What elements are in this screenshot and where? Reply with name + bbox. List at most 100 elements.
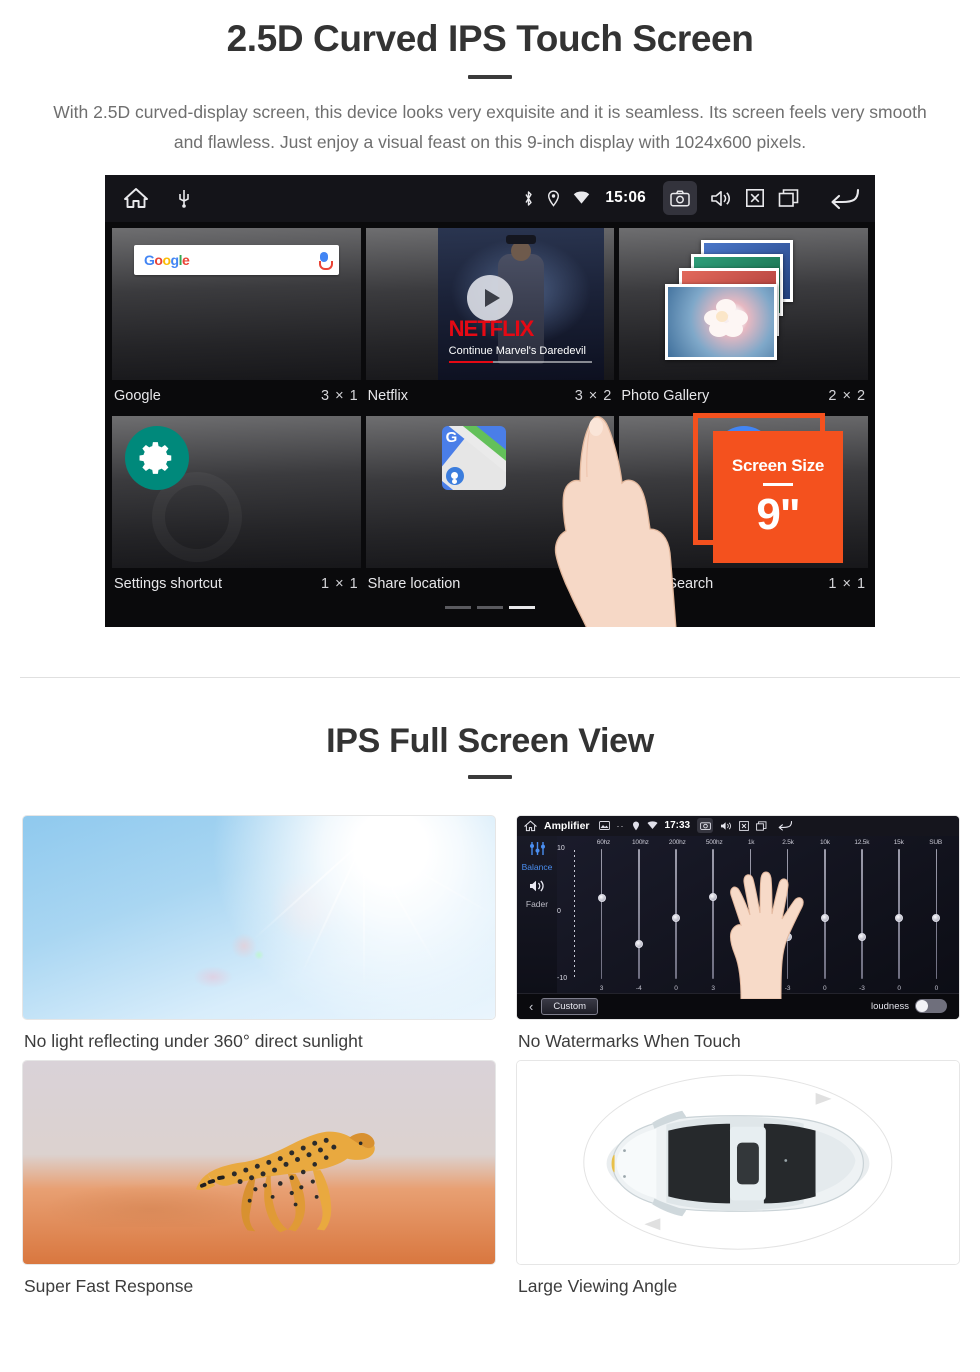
amplifier-screen: Amplifier ·· 17:33 Balance Fader 60hz 10… — [517, 815, 959, 1019]
netflix-subtitle: Continue Marvel's Daredevil — [448, 344, 586, 357]
eq-slider — [583, 848, 620, 979]
section-description: With 2.5D curved-display screen, this de… — [53, 101, 927, 152]
sidebar-item-fader[interactable]: Fader — [526, 879, 548, 909]
back-arrow-icon[interactable] — [777, 820, 793, 831]
ips-full-screen-section: IPS Full Screen View No light reflecting… — [0, 722, 980, 1305]
recents-icon[interactable] — [756, 821, 767, 831]
widget-size: 1 × 1 — [828, 575, 867, 592]
location-icon — [547, 190, 560, 207]
amplifier-status-bar: Amplifier ·· 17:33 — [517, 815, 959, 836]
widget-meta: Netflix 3 × 2 — [366, 380, 615, 410]
back-chevron-icon[interactable]: ‹ — [529, 999, 533, 1014]
widget-size: 2 × 2 — [828, 387, 867, 404]
widget-preview[interactable]: G — [365, 415, 615, 568]
camera-icon[interactable] — [697, 818, 714, 834]
sidebar-item-balance[interactable]: Balance — [521, 841, 553, 872]
widget-preview[interactable] — [112, 415, 361, 568]
scale-tick: -10 — [557, 974, 568, 982]
search-input[interactable]: Google — [134, 244, 339, 275]
title-divider — [468, 74, 512, 79]
home-icon[interactable] — [524, 820, 537, 832]
feature-card-viewing-angle: Large Viewing Angle — [516, 1059, 960, 1297]
bluetooth-icon — [523, 190, 534, 207]
amplifier-clock: 17:33 — [664, 820, 691, 832]
section2-title: IPS Full Screen View — [326, 721, 654, 760]
microphone-icon[interactable] — [318, 251, 333, 270]
feature-image-sky — [22, 814, 496, 1020]
eq-value: -4 — [635, 984, 642, 992]
product-detail-page: 2.5D Curved IPS Touch Screen With 2.5D c… — [0, 0, 980, 1372]
feature-caption: No light reflecting under 360° direct su… — [24, 1030, 363, 1051]
sidebar-label-balance: Balance — [521, 861, 553, 872]
loudness-control[interactable]: loudness — [871, 999, 947, 1014]
freq-label: 12.5k — [854, 838, 870, 846]
badge-fill-shape: Screen Size 9" — [713, 430, 843, 563]
section-divider — [20, 676, 960, 678]
frequency-labels: 60hz 100hz 200hz 500hz 1k 2.5k 10k 12.5k… — [559, 839, 954, 846]
widget-label: Settings shortcut — [114, 575, 222, 592]
gain-scale: 10 0 -10 — [557, 845, 581, 982]
eq-slider — [620, 848, 657, 979]
widget-row-1: Google Google 3 × 1 NETFLIX Continue Mar… — [105, 227, 875, 410]
eq-slider — [918, 848, 955, 979]
preset-button[interactable]: Custom — [541, 997, 599, 1015]
page-dot-active[interactable] — [509, 605, 535, 609]
sidebar-label-fader: Fader — [525, 898, 549, 909]
close-box-icon[interactable] — [745, 188, 765, 208]
freq-label: 10k — [819, 838, 830, 846]
widget-preview[interactable] — [619, 227, 869, 380]
eq-value: 3 — [599, 984, 604, 992]
feature-image-cheetah — [22, 1059, 496, 1265]
widget-preview[interactable]: Google — [112, 227, 361, 380]
close-box-icon[interactable] — [739, 820, 749, 831]
open-hand-illustration — [730, 871, 805, 999]
widget-label: Netflix — [367, 387, 408, 404]
eq-slider — [881, 848, 918, 979]
widget-photo-gallery[interactable]: Photo Gallery 2 × 2 — [619, 227, 869, 410]
usb-icon[interactable] — [177, 188, 191, 209]
widget-settings-shortcut[interactable]: Settings shortcut 1 × 1 — [112, 415, 361, 598]
widget-preview[interactable]: NETFLIX Continue Marvel's Daredevil — [365, 227, 615, 380]
widget-google[interactable]: Google Google 3 × 1 — [112, 227, 361, 410]
freq-label: 2.5k — [782, 838, 794, 846]
page-indicator[interactable] — [105, 605, 875, 609]
amplifier-title: Amplifier — [544, 819, 590, 832]
play-icon[interactable] — [467, 274, 513, 321]
widget-netflix[interactable]: NETFLIX Continue Marvel's Daredevil Netf… — [365, 227, 615, 410]
freq-label: 15k — [893, 838, 904, 846]
volume-icon[interactable] — [720, 821, 732, 831]
volume-icon[interactable] — [710, 189, 732, 208]
feature-caption: Super Fast Response — [24, 1275, 194, 1296]
feature-image-car — [516, 1059, 960, 1265]
eq-slider — [657, 848, 694, 979]
home-icon[interactable] — [123, 186, 149, 210]
freq-label: 100hz — [632, 838, 649, 846]
page-dot[interactable] — [477, 605, 503, 609]
feature-card-watermarks: Amplifier ·· 17:33 Balance Fader 60hz 10… — [516, 814, 960, 1052]
widget-share-location[interactable]: G Share location 1 × 1 — [365, 415, 615, 598]
car-top-view-illustration — [606, 1092, 870, 1230]
sliders-icon — [529, 841, 546, 861]
recents-icon[interactable] — [778, 188, 800, 208]
location-icon — [632, 821, 640, 831]
gear-icon — [125, 425, 189, 490]
widget-label: Sound Search — [621, 575, 714, 592]
amplifier-sidebar: Balance Fader — [517, 835, 557, 993]
map-location-icon: G — [441, 425, 506, 490]
eq-value: -3 — [859, 984, 865, 992]
back-arrow-icon[interactable] — [827, 186, 861, 210]
camera-icon[interactable] — [663, 181, 697, 216]
photo-thumbnail — [665, 283, 778, 360]
wifi-icon — [647, 821, 658, 830]
badge-title: Screen Size — [731, 456, 825, 476]
scale-tick: 0 — [557, 907, 561, 915]
widget-label: Share location — [367, 575, 461, 592]
freq-label: 1k — [747, 838, 755, 846]
eq-slider — [843, 848, 880, 979]
badge-divider — [763, 483, 793, 487]
feature-caption: Large Viewing Angle — [518, 1275, 678, 1296]
feature-card-grid: No light reflecting under 360° direct su… — [22, 814, 960, 1305]
loudness-toggle[interactable] — [915, 999, 947, 1014]
page-dot[interactable] — [445, 605, 471, 609]
badge-value: 9" — [756, 490, 800, 540]
